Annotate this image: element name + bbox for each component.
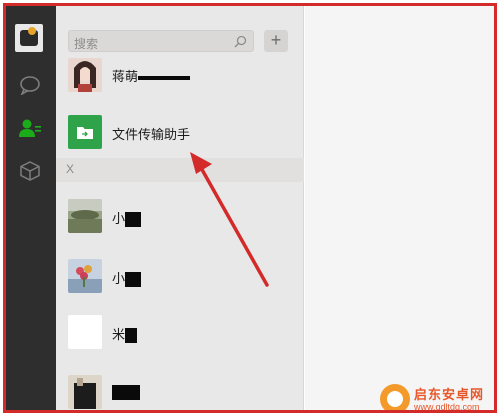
contact-row[interactable] <box>56 364 304 410</box>
contacts-icon[interactable] <box>17 116 43 142</box>
site-watermark: 启东安卓网 www.qdltdq.com <box>374 382 494 412</box>
contact-name: 小 <box>112 208 142 228</box>
chat-area <box>305 6 494 410</box>
file-helper-avatar <box>68 115 102 149</box>
contact-avatar <box>68 375 102 409</box>
contact-name: 蒋萌 <box>112 66 191 85</box>
contact-avatar <box>68 315 102 349</box>
section-header: X <box>56 158 304 182</box>
folder-icon <box>77 126 93 139</box>
contact-list-panel: 搜索 + 蒋萌 文件传输助手 X 小 小 米 <box>56 6 304 410</box>
contact-row[interactable]: 米 <box>56 304 304 360</box>
icon-rail <box>6 6 56 410</box>
window-frame: 搜索 + 蒋萌 文件传输助手 X 小 小 米 启东安卓网 www.qdltdq.… <box>3 3 497 413</box>
contact-avatar <box>68 199 102 233</box>
contact-row[interactable]: 小 <box>56 248 304 304</box>
section-letter: X <box>66 162 75 176</box>
contact-name: 米 <box>112 324 138 344</box>
favorites-icon[interactable] <box>17 158 43 184</box>
user-avatar[interactable] <box>15 24 43 52</box>
contact-avatar <box>68 259 102 293</box>
chat-icon[interactable] <box>17 72 43 98</box>
contact-name <box>112 384 140 401</box>
contact-row[interactable]: 蒋萌 <box>56 46 304 102</box>
contact-avatar <box>68 58 102 92</box>
contact-name: 文件传输助手 <box>112 127 191 142</box>
contact-row-file-helper[interactable]: 文件传输助手 <box>56 104 304 160</box>
watermark-url: www.qdltdq.com <box>414 402 480 412</box>
contact-name: 小 <box>112 268 142 288</box>
contact-row[interactable]: 小 <box>56 188 304 244</box>
watermark-title: 启东安卓网 <box>414 387 485 402</box>
